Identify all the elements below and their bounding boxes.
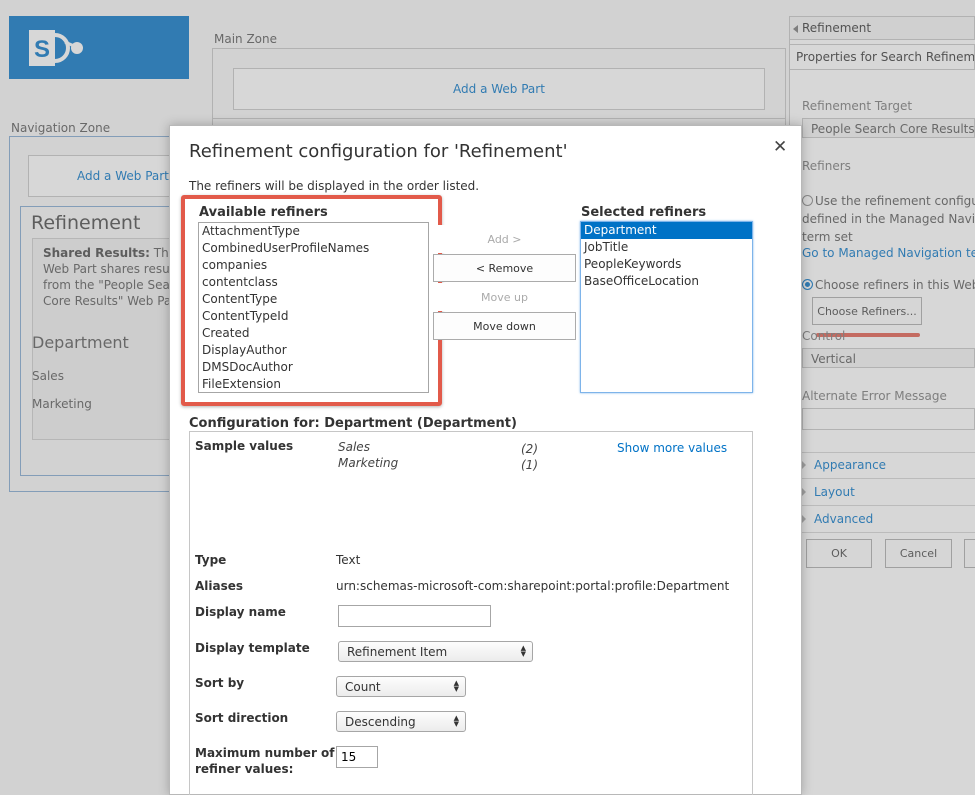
select-arrows-icon: ▲ ▼ — [453, 714, 459, 728]
sort-direction-select[interactable]: Descending ▲ ▼ — [336, 711, 466, 732]
sample-value-count: (1) — [521, 458, 538, 472]
sample-value-name: Sales — [338, 440, 370, 454]
type-value: Text — [336, 553, 361, 567]
list-item[interactable]: BaseOfficeLocation — [581, 273, 752, 290]
sample-value-count: (2) — [521, 442, 538, 456]
sort-direction-label: Sort direction — [195, 711, 289, 725]
configuration-heading: Configuration for: Department (Departmen… — [189, 416, 517, 431]
aliases-value: urn:schemas-microsoft-com:sharepoint:por… — [336, 579, 730, 593]
sort-by-value: Count — [345, 680, 381, 694]
dialog-title: Refinement configuration for 'Refinement… — [189, 141, 568, 162]
display-template-value: Refinement Item — [347, 645, 448, 659]
max-refiner-values-label: Maximum number of refiner values: — [195, 745, 335, 777]
aliases-label: Aliases — [195, 579, 244, 593]
display-template-label: Display template — [195, 641, 310, 655]
selected-refiners-heading: Selected refiners — [581, 205, 707, 220]
sample-value-name: Marketing — [338, 456, 399, 470]
show-more-values-link[interactable]: Show more values — [617, 441, 727, 455]
sort-by-select[interactable]: Count ▲ ▼ — [336, 676, 466, 697]
highlight-frame — [181, 195, 442, 406]
type-label: Type — [195, 553, 227, 567]
selected-refiners-list[interactable]: Department JobTitle PeopleKeywords BaseO… — [580, 221, 753, 393]
max-refiner-values-input[interactable] — [336, 746, 378, 768]
sort-direction-value: Descending — [345, 715, 416, 729]
select-arrows-icon: ▲ ▼ — [453, 679, 459, 693]
list-item-selected[interactable]: Department — [581, 222, 752, 239]
move-up-button[interactable]: Move up — [433, 283, 576, 311]
max-refiner-values-label-line1: Maximum number of — [195, 746, 335, 760]
list-item[interactable]: PeopleKeywords — [581, 256, 752, 273]
sort-by-label: Sort by — [195, 676, 245, 690]
add-button[interactable]: Add > — [433, 225, 576, 253]
select-arrows-icon: ▲ ▼ — [520, 644, 526, 658]
display-template-select[interactable]: Refinement Item ▲ ▼ — [338, 641, 533, 662]
display-name-label: Display name — [195, 605, 286, 619]
dialog-intro: The refiners will be displayed in the or… — [189, 179, 480, 193]
list-item[interactable]: JobTitle — [581, 239, 752, 256]
remove-button[interactable]: < Remove — [433, 254, 576, 282]
max-refiner-values-label-line2: refiner values: — [195, 762, 294, 776]
close-icon[interactable]: ✕ — [773, 137, 787, 157]
move-down-button[interactable]: Move down — [433, 312, 576, 340]
sample-values-label: Sample values — [195, 439, 294, 453]
display-name-input[interactable] — [338, 605, 491, 627]
